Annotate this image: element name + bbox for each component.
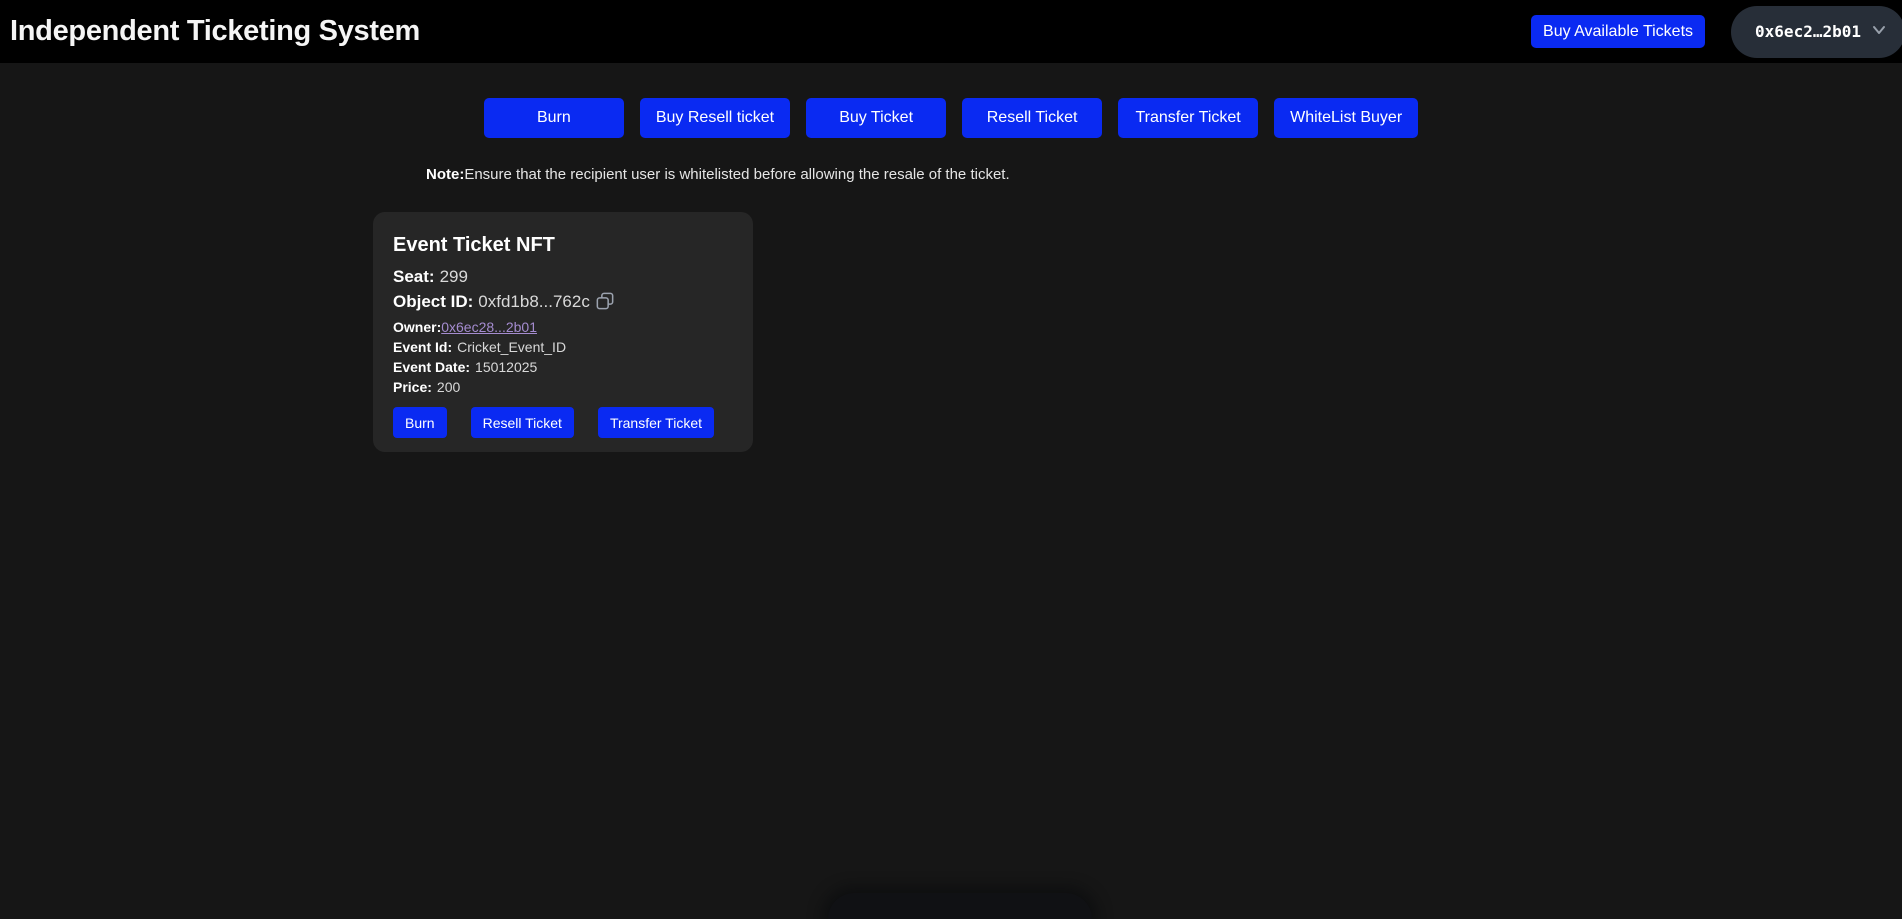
card-transfer-ticket-button[interactable]: Transfer Ticket xyxy=(598,407,714,438)
owner-label: Owner: xyxy=(393,319,441,335)
wallet-address-dropdown[interactable]: 0x6ec2…2b01 xyxy=(1731,6,1902,58)
card-title: Event Ticket NFT xyxy=(393,232,733,258)
nav-buy-resell-ticket-button[interactable]: Buy Resell ticket xyxy=(640,98,790,138)
card-resell-ticket-button[interactable]: Resell Ticket xyxy=(471,407,574,438)
price-label: Price: xyxy=(393,379,432,395)
note-label: Note: xyxy=(426,166,464,183)
action-button-row: Burn Buy Resell ticket Buy Ticket Resell… xyxy=(0,98,1902,138)
wallet-address-text: 0x6ec2…2b01 xyxy=(1755,22,1861,41)
object-id-label: Object ID: xyxy=(393,292,473,311)
owner-address-link[interactable]: 0x6ec28...2b01 xyxy=(441,319,537,335)
nav-burn-button[interactable]: Burn xyxy=(484,98,624,138)
seat-row: Seat: 299 xyxy=(393,264,733,289)
event-date-value: 15012025 xyxy=(475,359,537,375)
nav-resell-ticket-button[interactable]: Resell Ticket xyxy=(962,98,1102,138)
object-id-value: 0xfd1b8...762c xyxy=(478,292,590,311)
event-id-row: Event Id: Cricket_Event_ID xyxy=(393,337,733,357)
seat-label: Seat: xyxy=(393,267,435,286)
nav-buy-ticket-button[interactable]: Buy Ticket xyxy=(806,98,946,138)
event-id-label: Event Id: xyxy=(393,339,452,355)
app-title: Independent Ticketing System xyxy=(10,15,420,48)
object-id-row: Object ID: 0xfd1b8...762c xyxy=(393,289,733,317)
event-id-value: Cricket_Event_ID xyxy=(457,339,566,355)
card-burn-button[interactable]: Burn xyxy=(393,407,447,438)
app-header: Independent Ticketing System Buy Availab… xyxy=(0,0,1902,63)
copy-icon[interactable] xyxy=(596,295,614,314)
buy-available-tickets-button[interactable]: Buy Available Tickets xyxy=(1531,15,1705,48)
event-date-label: Event Date: xyxy=(393,359,470,375)
header-actions: Buy Available Tickets 0x6ec2…2b01 xyxy=(1531,6,1902,58)
event-date-row: Event Date: 15012025 xyxy=(393,357,733,377)
seat-value: 299 xyxy=(440,267,468,286)
bottom-toast-shadow xyxy=(828,893,1092,919)
card-actions: Burn Resell Ticket Transfer Ticket xyxy=(393,407,733,438)
price-value: 200 xyxy=(437,379,460,395)
nav-whitelist-buyer-button[interactable]: WhiteList Buyer xyxy=(1274,98,1418,138)
owner-row: Owner:0x6ec28...2b01 xyxy=(393,317,733,337)
note-text: Ensure that the recipient user is whitel… xyxy=(464,166,1009,183)
resale-note: Note:Ensure that the recipient user is w… xyxy=(426,164,1010,186)
ticket-card: Event Ticket NFT Seat: 299 Object ID: 0xfd… xyxy=(373,212,753,452)
price-row: Price: 200 xyxy=(393,377,733,397)
nav-transfer-ticket-button[interactable]: Transfer Ticket xyxy=(1118,98,1258,138)
chevron-down-icon xyxy=(1871,23,1887,41)
